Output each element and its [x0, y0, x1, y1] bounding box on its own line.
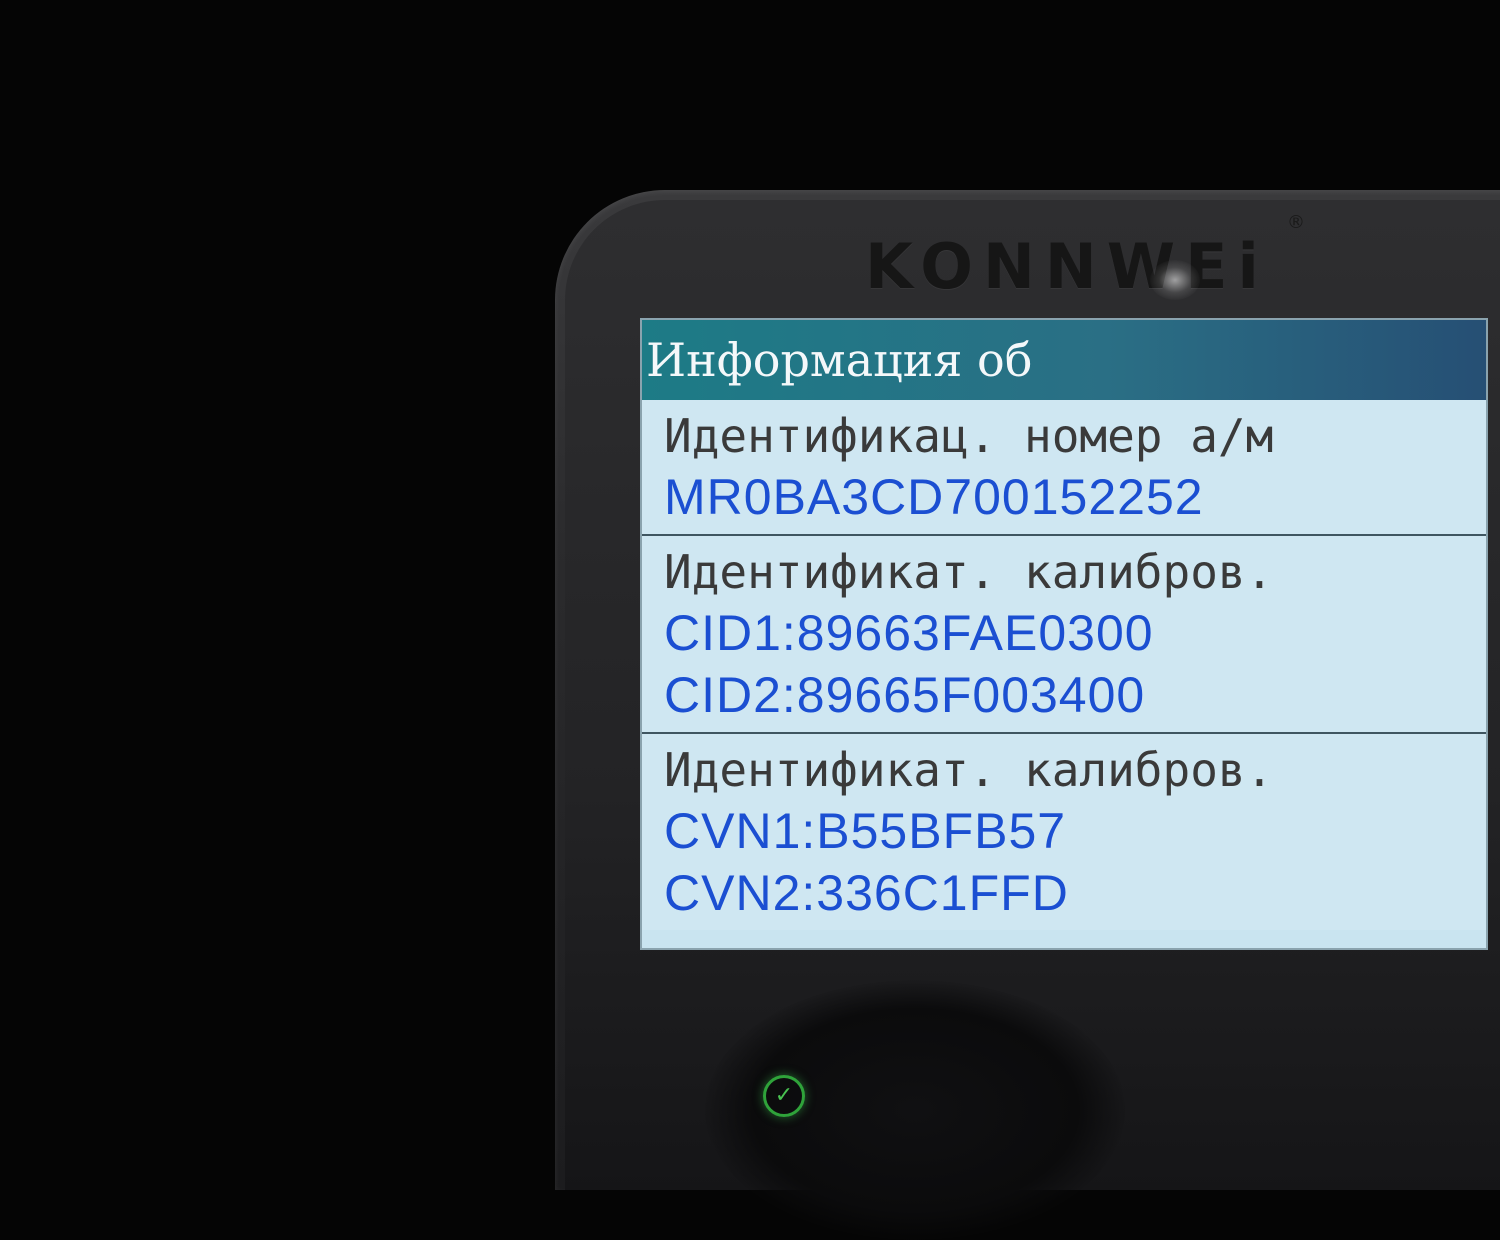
cid2-value: CID2:89665F003400 — [664, 667, 1146, 723]
cvn1-value: CVN1:B55BFB57 — [664, 803, 1067, 859]
screen-title: Информация об — [642, 320, 1486, 400]
calibration-vn-label: Идентификат. калибров. — [664, 743, 1274, 797]
calibration-vn-section[interactable]: Идентификат. калибров. CVN1:B55BFB57 CVN… — [642, 734, 1486, 930]
cid1-value: CID1:89663FAE0300 — [664, 605, 1154, 661]
lcd-screen: Информация об Идентификац. номер а/м MR0… — [640, 318, 1488, 950]
vin-section[interactable]: Идентификац. номер а/м MR0BA3CD700152252 — [642, 400, 1486, 536]
calibration-id-label: Идентификат. калибров. — [664, 545, 1274, 599]
light-glare — [1150, 260, 1200, 300]
vin-value: MR0BA3CD700152252 — [664, 469, 1204, 525]
check-icon: ✓ — [763, 1075, 805, 1117]
calibration-id-section[interactable]: Идентификат. калибров. CID1:89663FAE0300… — [642, 536, 1486, 734]
cvn2-value: CVN2:336C1FFD — [664, 865, 1069, 921]
registered-mark: ® — [1287, 212, 1305, 233]
brand-logo: KONNWEi — [865, 230, 1269, 303]
vin-label: Идентификац. номер а/м — [664, 409, 1274, 463]
